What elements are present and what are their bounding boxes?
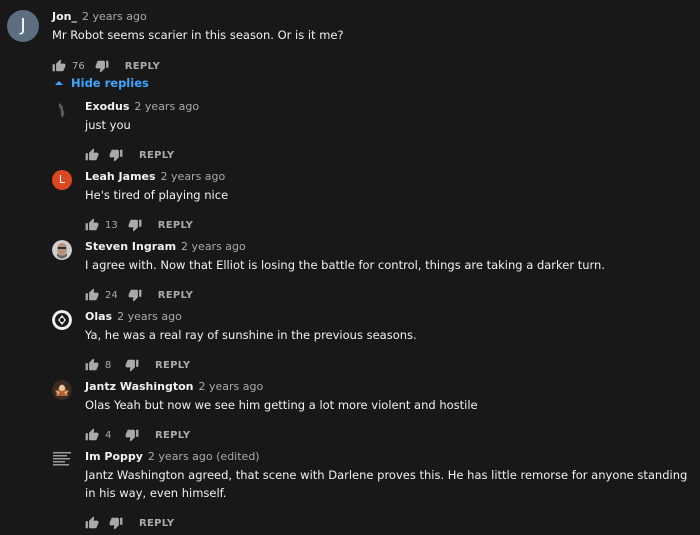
thumbs-down-icon[interactable]: [109, 516, 123, 530]
author-name[interactable]: Leah James: [85, 170, 156, 183]
thumbs-up-icon[interactable]: [52, 59, 66, 73]
comment-text: Olas Yeah but now we see him getting a l…: [85, 398, 478, 412]
comment-actions: 8 REPLY: [85, 357, 697, 373]
avatar[interactable]: [52, 240, 72, 260]
comment-text: Jantz Washington agreed, that scene with…: [85, 468, 688, 500]
comment-text: He's tired of playing nice: [85, 188, 229, 202]
comment-header: Exodus 2 years ago: [85, 98, 697, 116]
author-name[interactable]: Im Poppy: [85, 450, 143, 463]
like-count: 8: [105, 359, 112, 371]
like-count: 24: [105, 289, 118, 301]
comment-header: Olas 2 years ago: [85, 308, 697, 326]
comment-header: Leah James 2 years ago: [85, 168, 697, 186]
thumbs-down-icon[interactable]: [128, 218, 142, 232]
timestamp[interactable]: 2 years ago: [134, 100, 199, 113]
reply-button[interactable]: REPLY: [155, 360, 190, 371]
thumbs-up-icon[interactable]: [85, 358, 99, 372]
avatar[interactable]: [52, 100, 72, 120]
like-count: 13: [105, 219, 118, 231]
timestamp[interactable]: 2 years ago: [199, 380, 264, 393]
timestamp[interactable]: 2 years ago: [82, 10, 147, 23]
author-name[interactable]: Jon_: [52, 10, 77, 23]
timestamp[interactable]: 2 years ago: [161, 170, 226, 183]
comment-actions: 13 REPLY: [85, 217, 697, 233]
comment-text: just you: [85, 118, 131, 132]
comment-header: Im Poppy 2 years ago (edited): [85, 448, 697, 466]
comment-actions: REPLY: [85, 147, 697, 163]
top-comment: Jon_ 2 years ago Mr Robot seems scarier i…: [52, 8, 344, 74]
avatar[interactable]: J: [7, 10, 39, 42]
comment-actions: 4 REPLY: [85, 427, 697, 443]
timestamp[interactable]: 2 years ago: [181, 240, 246, 253]
avatar[interactable]: [52, 310, 72, 330]
comment-header: Jon_ 2 years ago: [52, 8, 344, 26]
hide-replies-label: Hide replies: [71, 76, 149, 90]
avatar[interactable]: [52, 380, 72, 400]
reply-button[interactable]: REPLY: [125, 61, 160, 72]
comment-header: Steven Ingram 2 years ago: [85, 238, 697, 256]
like-count: 76: [72, 60, 85, 72]
thumbs-up-icon[interactable]: [85, 516, 99, 530]
like-count: 4: [105, 429, 112, 441]
author-name[interactable]: Exodus: [85, 100, 129, 113]
reply-button[interactable]: REPLY: [158, 220, 193, 231]
thumbs-up-icon[interactable]: [85, 218, 99, 232]
reply-button[interactable]: REPLY: [139, 518, 174, 529]
avatar-letter: L: [58, 173, 66, 186]
comment-text: Ya, he was a real ray of sunshine in the…: [85, 328, 417, 342]
thumbs-up-icon[interactable]: [85, 428, 99, 442]
comment-text: Mr Robot seems scarier in this season. O…: [52, 28, 344, 42]
comment-actions: 76 REPLY: [52, 58, 344, 74]
avatar[interactable]: [52, 450, 72, 470]
reply-button[interactable]: REPLY: [155, 430, 190, 441]
comment-header: Jantz Washington 2 years ago: [85, 378, 697, 396]
avatar[interactable]: L: [52, 170, 72, 190]
avatar-letter: J: [20, 15, 26, 36]
timestamp[interactable]: 2 years ago (edited): [148, 450, 260, 463]
thumbs-up-icon[interactable]: [85, 288, 99, 302]
comment-actions: 24 REPLY: [85, 287, 697, 303]
reply-button[interactable]: REPLY: [158, 290, 193, 301]
timestamp[interactable]: 2 years ago: [117, 310, 182, 323]
author-name[interactable]: Steven Ingram: [85, 240, 176, 253]
thumbs-down-icon[interactable]: [125, 428, 139, 442]
comment-actions: REPLY: [85, 515, 697, 531]
author-name[interactable]: Jantz Washington: [85, 380, 194, 393]
thumbs-down-icon[interactable]: [128, 288, 142, 302]
comment-thread: J Jon_ 2 years ago Mr Robot seems scarier…: [0, 0, 700, 535]
thumbs-up-icon[interactable]: [85, 148, 99, 162]
thumbs-down-icon[interactable]: [109, 148, 123, 162]
thumbs-down-icon[interactable]: [95, 59, 109, 73]
author-name[interactable]: Olas: [85, 310, 112, 323]
comment-text: I agree with. Now that Elliot is losing …: [85, 258, 605, 272]
thumbs-down-icon[interactable]: [125, 358, 139, 372]
chevron-up-icon: [55, 81, 63, 85]
hide-replies-button[interactable]: Hide replies: [52, 75, 149, 91]
reply-button[interactable]: REPLY: [139, 150, 174, 161]
